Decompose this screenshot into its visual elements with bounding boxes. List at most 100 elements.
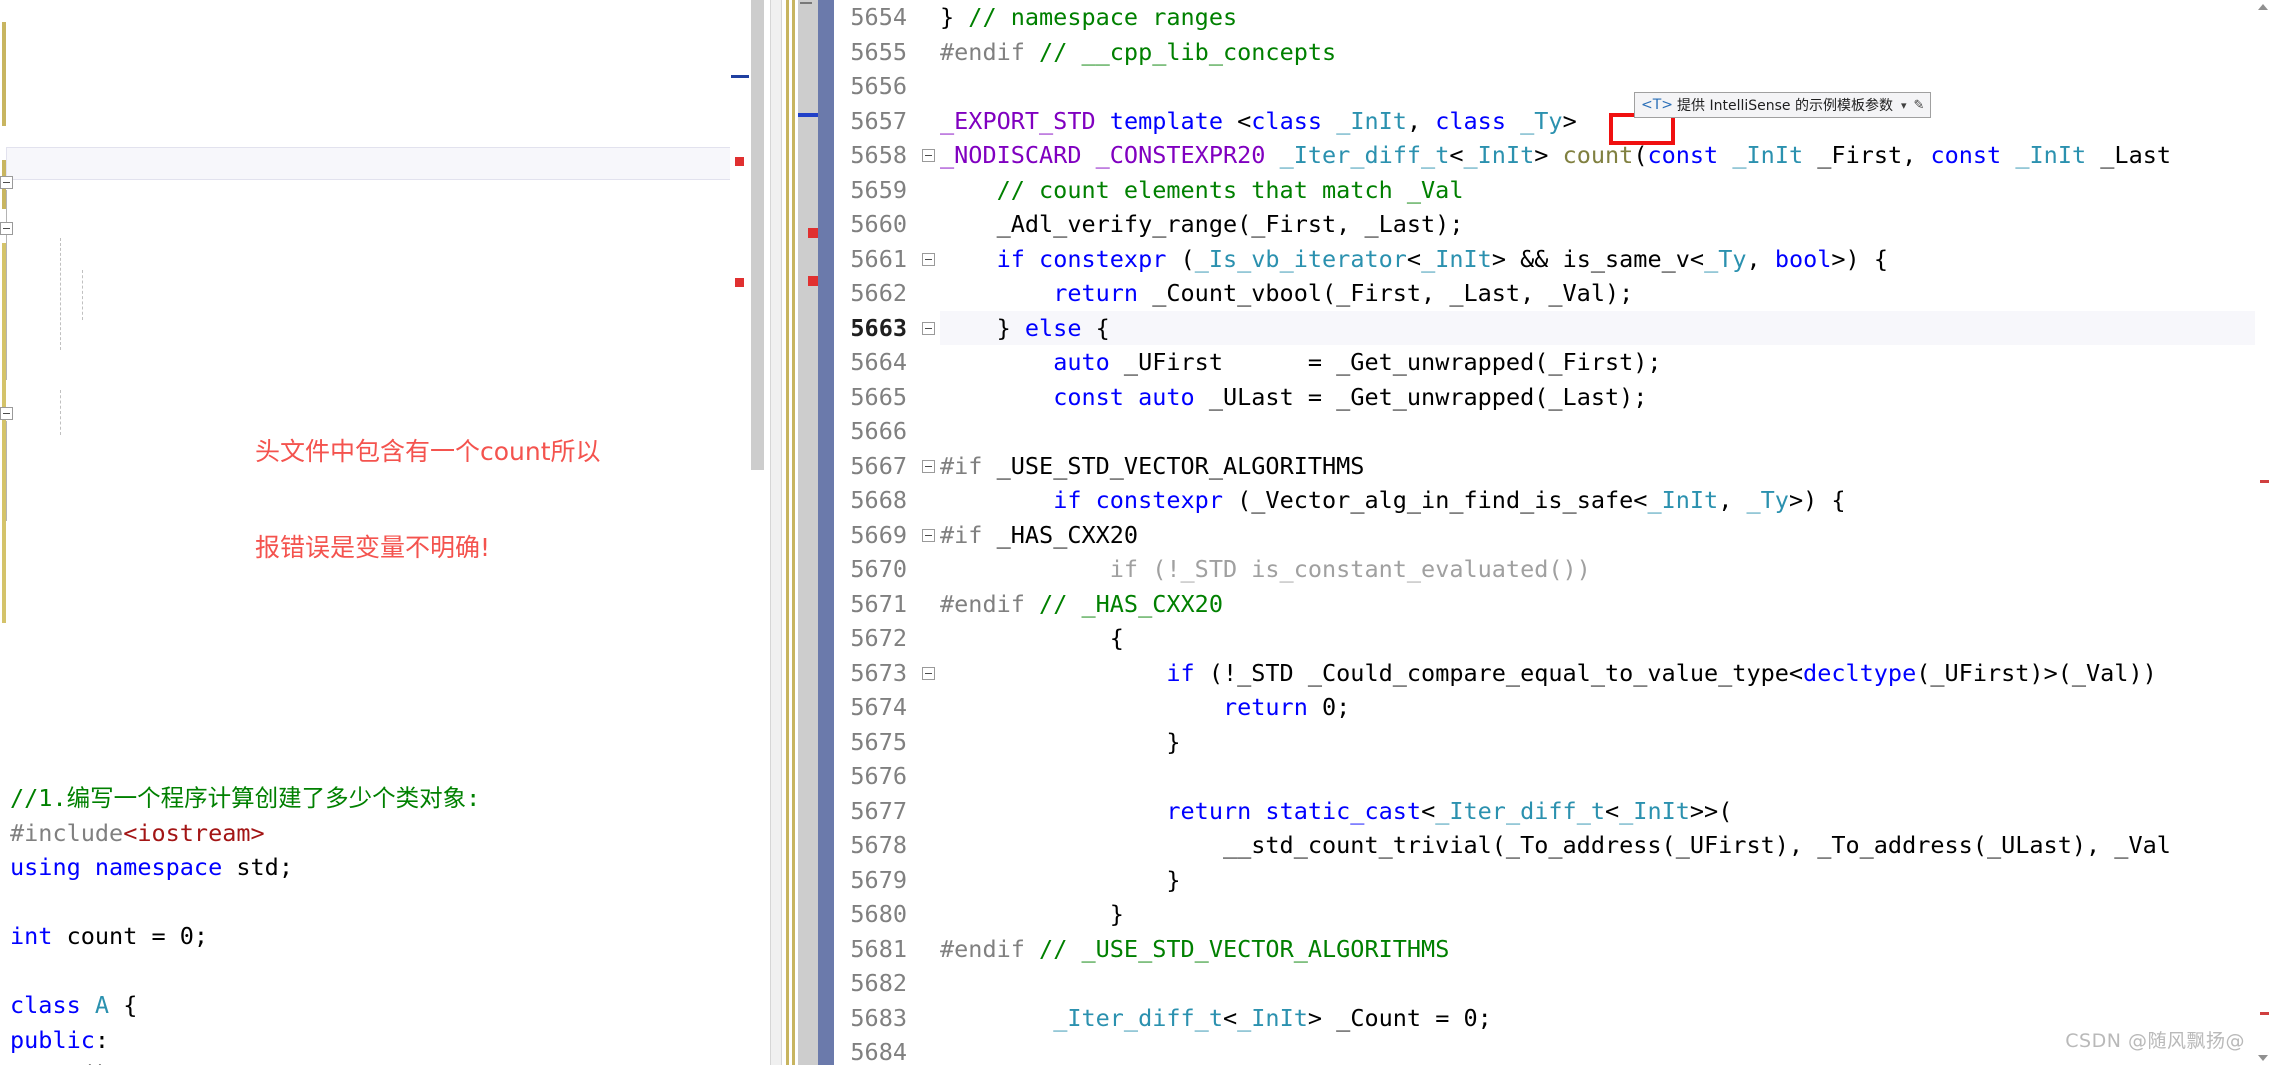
fold-toggle[interactable] (922, 321, 935, 335)
fold-toggle-main[interactable] (0, 407, 13, 420)
right-error-marker-2[interactable] (808, 276, 818, 286)
code-token: } (940, 727, 1181, 756)
pane-splitter[interactable] (770, 0, 782, 1065)
fold-toggle[interactable] (922, 252, 935, 266)
line-number: 5662 (850, 279, 907, 307)
fold-toggle[interactable] (922, 149, 935, 162)
code-token: < (1222, 106, 1252, 135)
left-code-line[interactable]: //1.编写一个程序计算创建了多少个类对象: (0, 781, 770, 816)
right-scroll-thumb[interactable] (818, 0, 834, 1065)
right-code-line[interactable]: const auto _ULast = _Get_unwrapped(_Last… (940, 380, 2271, 415)
right-fold-column[interactable] (918, 0, 940, 1065)
scroll-down-arrow-icon[interactable] (2258, 1055, 2268, 1061)
left-code-line[interactable] (0, 885, 770, 920)
right-source-code[interactable]: } // namespace ranges #endif // __cpp_lib… (940, 0, 2271, 1065)
left-code-line[interactable]: int count = 0; (0, 919, 770, 954)
code-token: , (1406, 106, 1436, 135)
chevron-down-icon[interactable]: ▾ (1901, 99, 1907, 112)
code-token: #include (10, 818, 124, 847)
left-code-line[interactable]: #include<iostream> (0, 816, 770, 851)
right-code-line[interactable]: __std_count_trivial(_To_address(_UFirst)… (940, 828, 2271, 863)
code-token: _EXPORT_STD (940, 106, 1096, 135)
right-scroll-track[interactable] (798, 0, 818, 1065)
right-code-line[interactable] (940, 759, 2271, 794)
left-code-line[interactable] (0, 954, 770, 989)
code-token: // _USE_STD_VECTOR_ALGORITHMS (1039, 934, 1450, 963)
code-token: constexpr (1039, 244, 1167, 273)
left-source-code[interactable]: //1.编写一个程序计算创建了多少个类对象: #include<iostream>… (0, 0, 770, 1065)
code-token: #endif (940, 589, 1040, 618)
code-token: _CONSTEXPR20 (1095, 141, 1266, 169)
right-code-line[interactable]: return static_cast<_Iter_diff_t<_InIt>>( (940, 794, 2271, 829)
fold-toggle[interactable] (922, 528, 935, 542)
right-code-line[interactable]: return _Count_vbool(_First, _Last, _Val)… (940, 276, 2271, 311)
right-code-line[interactable]: #endif // __cpp_lib_concepts (940, 35, 2271, 70)
right-code-line[interactable]: return 0; (940, 690, 2271, 725)
code-token: decltype (1803, 658, 1917, 687)
right-code-line[interactable] (940, 414, 2271, 449)
right-code-line[interactable]: // count elements that match _Val (940, 173, 2271, 208)
code-token: () (81, 1060, 109, 1065)
right-code-line[interactable]: #endif // _USE_STD_VECTOR_ALGORITHMS (940, 932, 2271, 967)
left-scrollbar-thumb[interactable] (751, 0, 764, 470)
code-token: _First, (1803, 141, 1931, 169)
scroll-up-arrow-icon[interactable] (2258, 4, 2268, 10)
right-bookmark-marker (798, 113, 818, 117)
left-error-marker-2[interactable] (735, 278, 744, 287)
right-code-line[interactable]: } (940, 897, 2271, 932)
fold-toggle[interactable] (922, 459, 935, 473)
code-token: static_cast (1265, 796, 1422, 825)
left-code-line[interactable]: public: (0, 1023, 770, 1058)
right-code-line[interactable]: _Adl_verify_range(_First, _Last); (940, 207, 2271, 242)
left-editor-pane[interactable]: //1.编写一个程序计算创建了多少个类对象: #include<iostream>… (0, 0, 770, 1065)
left-code-line[interactable]: A() (0, 1057, 770, 1065)
left-error-marker-1[interactable] (735, 157, 744, 166)
template-param-label: <T> (1641, 97, 1674, 113)
right-code-line[interactable]: { (940, 621, 2271, 656)
code-token: if (996, 244, 1025, 273)
fold-toggle[interactable] (922, 666, 935, 680)
right-error-marker-1[interactable] (808, 228, 818, 238)
fold-toggle-class-a[interactable] (0, 176, 13, 189)
code-token: count (1562, 141, 1634, 169)
right-code-line[interactable]: auto _UFirst = _Get_unwrapped(_First); (940, 345, 2271, 380)
left-code-rows[interactable]: //1.编写一个程序计算创建了多少个类对象: #include<iostream>… (0, 781, 770, 1065)
right-code-line[interactable]: if (!_STD _Could_compare_equal_to_value_… (940, 656, 2271, 691)
line-number: 5655 (850, 37, 907, 66)
right-pane-scroll-column[interactable] (782, 0, 840, 1065)
right-collapse-all-icon[interactable] (800, 2, 812, 4)
line-number: 5661 (850, 244, 907, 273)
right-code-line[interactable]: } else { (940, 310, 2271, 345)
right-code-line[interactable]: _EXPORT_STD template <class _InIt, class… (940, 104, 2271, 139)
right-editor-pane[interactable]: 5654 5655 5656 5657 5658 5659 5660 5661 5662 5663… (782, 0, 2271, 1065)
left-pane-scrollbar[interactable] (730, 0, 770, 1065)
left-code-line[interactable]: using namespace std; (0, 850, 770, 885)
far-right-scrollbar[interactable] (2255, 0, 2271, 1065)
right-code-line[interactable]: if (!_STD is_constant_evaluated()) (940, 552, 2271, 587)
code-token: return (1053, 279, 1139, 307)
code-token: public (10, 1025, 95, 1054)
line-number: 5664 (850, 348, 907, 376)
right-code-line[interactable] (940, 966, 2271, 1001)
right-code-line[interactable]: } (940, 863, 2271, 898)
intellisense-template-tooltip[interactable]: <T> 提供 IntelliSense 的示例模板参数 ▾ ✎ (1634, 92, 1932, 118)
right-code-line[interactable]: #if _HAS_CXX20 (940, 518, 2271, 553)
code-token: < (1421, 796, 1436, 825)
pencil-icon[interactable]: ✎ (1914, 98, 1925, 113)
left-code-line[interactable]: class A { (0, 988, 770, 1023)
line-number: 5658 (850, 141, 907, 169)
fold-toggle-ctor[interactable] (0, 222, 13, 235)
right-code-line[interactable]: _NODISCARD _CONSTEXPR20 _Iter_diff_t<_In… (940, 138, 2271, 173)
right-code-line[interactable]: if constexpr (_Vector_alg_in_find_is_saf… (940, 483, 2271, 518)
right-code-line[interactable]: #if _USE_STD_VECTOR_ALGORITHMS (940, 449, 2271, 484)
right-code-line[interactable]: } (940, 725, 2271, 760)
right-code-line[interactable] (940, 69, 2271, 104)
code-token: _InIt (1463, 141, 1535, 169)
right-code-line[interactable]: if constexpr (_Is_vb_iterator<_InIt> && … (940, 242, 2271, 277)
right-code-line[interactable]: #endif // _HAS_CXX20 (940, 587, 2271, 622)
right-code-line[interactable]: } // namespace ranges (940, 0, 2271, 35)
code-token: _InIt (1237, 1003, 1308, 1032)
